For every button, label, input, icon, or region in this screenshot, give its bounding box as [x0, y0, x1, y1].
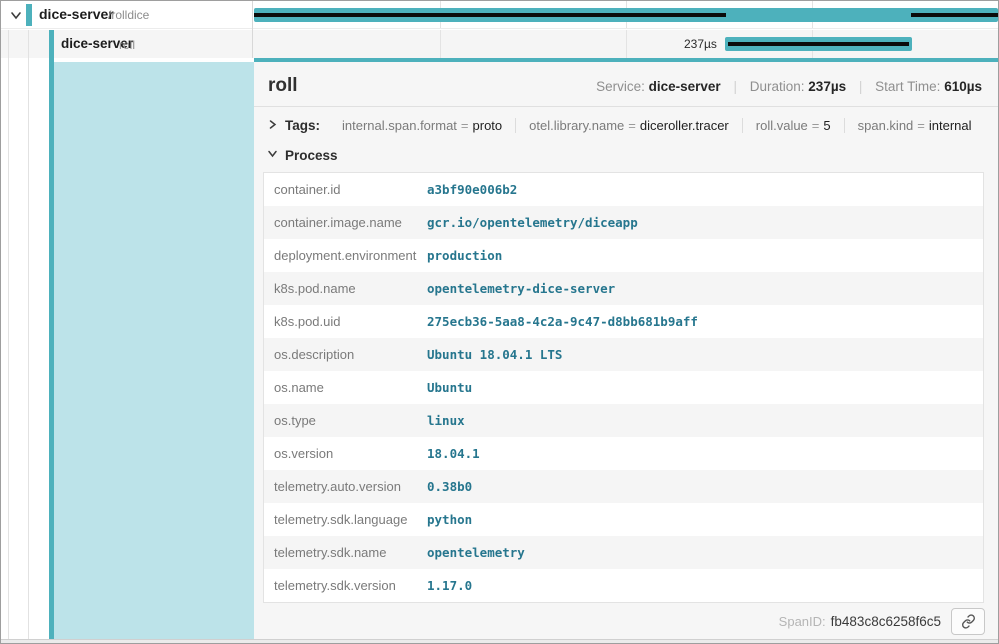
trace-row-roll[interactable]: dice-server roll 237µs [1, 30, 998, 58]
kv-key: os.version [264, 446, 427, 461]
tags-section-toggle[interactable]: Tags: internal.span.format=proto otel.li… [254, 107, 998, 141]
kv-value: 1.17.0 [427, 578, 472, 593]
kv-key: os.name [264, 380, 427, 395]
table-row: os.typelinux [264, 404, 983, 437]
span-self-time-segment [254, 13, 726, 17]
collapse-children-icon[interactable] [9, 8, 23, 22]
kv-value: 275ecb36-5aa8-4c2a-9c47-d8bb681b9aff [427, 314, 698, 329]
kv-value: 0.38b0 [427, 479, 472, 494]
tag-equals: = [913, 118, 929, 133]
chevron-right-icon [267, 118, 278, 133]
span-bar-rolldice[interactable] [254, 8, 998, 22]
kv-key: container.image.name [264, 215, 427, 230]
start-time-label: Start Time: [875, 79, 940, 94]
duration-value: 237µs [808, 79, 846, 94]
kv-value: linux [427, 413, 465, 428]
table-row: telemetry.sdk.languagepython [264, 503, 983, 536]
kv-key: k8s.pod.uid [264, 314, 427, 329]
meta-separator: | [724, 79, 746, 94]
table-row: telemetry.auto.version0.38b0 [264, 470, 983, 503]
kv-value: python [427, 512, 472, 527]
table-row: os.descriptionUbuntu 18.04.1 LTS [264, 338, 983, 371]
kv-key: os.type [264, 413, 427, 428]
table-row: telemetry.sdk.version1.17.0 [264, 569, 983, 602]
span-duration-label: 237µs [254, 37, 717, 51]
table-row: os.nameUbuntu [264, 371, 983, 404]
span-bar-roll[interactable] [725, 37, 912, 51]
tag-equals: = [808, 118, 824, 133]
table-row: container.ida3bf90e006b2 [264, 173, 983, 206]
indent-guide-line [28, 30, 29, 639]
table-row: k8s.pod.nameopentelemetry-dice-server [264, 272, 983, 305]
span-operation-name: /rolldice [108, 8, 149, 22]
kv-key: telemetry.sdk.language [264, 512, 427, 527]
span-meta: Service: dice-server | Duration: 237µs |… [596, 79, 982, 94]
chevron-down-icon [267, 146, 278, 164]
tag-key: roll.value [756, 118, 808, 133]
span-title: roll [268, 75, 298, 97]
span-detail-header: roll Service: dice-server | Duration: 23… [254, 62, 998, 107]
kv-key: telemetry.auto.version [264, 479, 427, 494]
span-service-name: dice-server [39, 6, 114, 22]
kv-value: opentelemetry-dice-server [427, 281, 615, 296]
process-section-toggle[interactable]: Process [254, 141, 998, 170]
timeline-row [254, 1, 998, 28]
start-time-value: 610µs [944, 79, 982, 94]
tag-item: internal.span.format=proto [329, 118, 515, 133]
kv-value: a3bf90e006b2 [427, 182, 517, 197]
service-value: dice-server [649, 79, 721, 94]
service-label: Service: [596, 79, 645, 94]
trace-row-rolldice[interactable]: dice-server /rolldice [1, 1, 998, 29]
tag-value: internal [929, 118, 972, 133]
kv-key: k8s.pod.name [264, 281, 427, 296]
kv-key: os.description [264, 347, 427, 362]
span-color-indicator [26, 4, 32, 26]
spanid-label: SpanID: [779, 614, 826, 629]
indent-guide-line [8, 30, 9, 639]
tags-label: Tags: [285, 118, 320, 133]
table-row: os.version18.04.1 [264, 437, 983, 470]
table-row: k8s.pod.uid275ecb36-5aa8-4c2a-9c47-d8bb6… [264, 305, 983, 338]
kv-value: opentelemetry [427, 545, 525, 560]
deep-link-button[interactable] [951, 608, 985, 635]
tag-value: proto [473, 118, 503, 133]
name-column-divider[interactable] [252, 1, 253, 58]
link-icon [961, 614, 976, 629]
meta-separator: | [850, 79, 872, 94]
span-operation-name: roll [119, 38, 135, 52]
kv-key: deployment.environment [264, 248, 427, 263]
tag-key: internal.span.format [342, 118, 457, 133]
table-row: container.image.namegcr.io/opentelemetry… [264, 206, 983, 239]
span-detail-panel: roll Service: dice-server | Duration: 23… [254, 58, 998, 639]
process-label: Process [285, 148, 338, 163]
tag-item: roll.value=5 [742, 118, 844, 133]
kv-value: gcr.io/opentelemetry/diceapp [427, 215, 638, 230]
tag-item: otel.library.name=diceroller.tracer [515, 118, 742, 133]
kv-value: 18.04.1 [427, 446, 480, 461]
kv-value: Ubuntu 18.04.1 LTS [427, 347, 562, 362]
kv-key: telemetry.sdk.name [264, 545, 427, 560]
trace-timeline-window: dice-server /rolldice dice-server roll 2… [0, 0, 999, 644]
kv-value: production [427, 248, 502, 263]
tag-value: diceroller.tracer [640, 118, 729, 133]
spanid-value: fb483c8c6258f6c5 [831, 614, 941, 629]
kv-key: telemetry.sdk.version [264, 578, 427, 593]
selected-span-highlight [54, 62, 254, 639]
tag-key: span.kind [858, 118, 914, 133]
span-self-time-segment [728, 42, 909, 46]
tag-value: 5 [823, 118, 830, 133]
tag-equals: = [624, 118, 640, 133]
kv-key: container.id [264, 182, 427, 197]
span-detail-footer: SpanID: fb483c8c6258f6c5 [254, 603, 998, 642]
process-kv-table: container.ida3bf90e006b2 container.image… [263, 172, 984, 603]
tag-key: otel.library.name [529, 118, 624, 133]
duration-label: Duration: [750, 79, 805, 94]
tag-equals: = [457, 118, 473, 133]
table-row: telemetry.sdk.nameopentelemetry [264, 536, 983, 569]
tag-item: span.kind=internal [844, 118, 985, 133]
kv-value: Ubuntu [427, 380, 472, 395]
table-row: deployment.environmentproduction [264, 239, 983, 272]
span-self-time-segment [911, 13, 998, 17]
timeline-row: 237µs [254, 30, 998, 58]
